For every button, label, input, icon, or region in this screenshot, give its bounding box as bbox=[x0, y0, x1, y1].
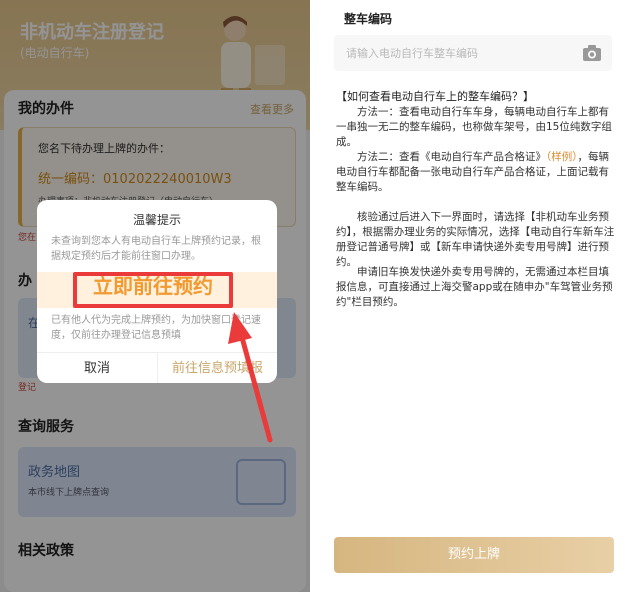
red-arrow-icon bbox=[228, 312, 273, 443]
help-title: 【如何查看电动自行车上的整车编码？】 bbox=[336, 90, 534, 103]
reserve-plate-button[interactable]: 预约上牌 bbox=[334, 537, 614, 573]
method-two-prefix: 方法二：查看《电动自行车产品合格证》 bbox=[357, 151, 546, 163]
right-screen: 整车编码 【如何查看电动自行车上的整车编码？】 方法一：查看电动自行车车身，每辆… bbox=[318, 0, 628, 592]
left-screen: 非机动车注册登记 (电动自行车) 我的办件 查看更多 办 查询服务 相关政策 您… bbox=[0, 0, 310, 592]
frame-code-label: 整车编码 bbox=[344, 12, 393, 26]
camera-icon[interactable] bbox=[582, 44, 602, 62]
frame-code-input[interactable] bbox=[346, 35, 576, 71]
method-two-text: 方法二：查看《电动自行车产品合格证》（样例），每辆电动自行车都配备一张电动自行车… bbox=[336, 150, 616, 195]
verification-note: 核验通过后进入下一界面时，请选择【非机动车业务预约】，根据需办理业务的实际情况，… bbox=[336, 211, 615, 268]
method-one-text: 方法一：查看电动自行车车身，每辆电动自行车上都有一串独一无二的整车编码，也称做车… bbox=[336, 106, 612, 148]
old-vehicle-note: 申请旧车换发快递外卖专用号牌的，无需通过本栏目填报信息，可直接通过上海交警app… bbox=[336, 266, 613, 308]
sample-link[interactable]: （样例） bbox=[546, 151, 578, 163]
frame-code-field[interactable] bbox=[334, 35, 612, 71]
